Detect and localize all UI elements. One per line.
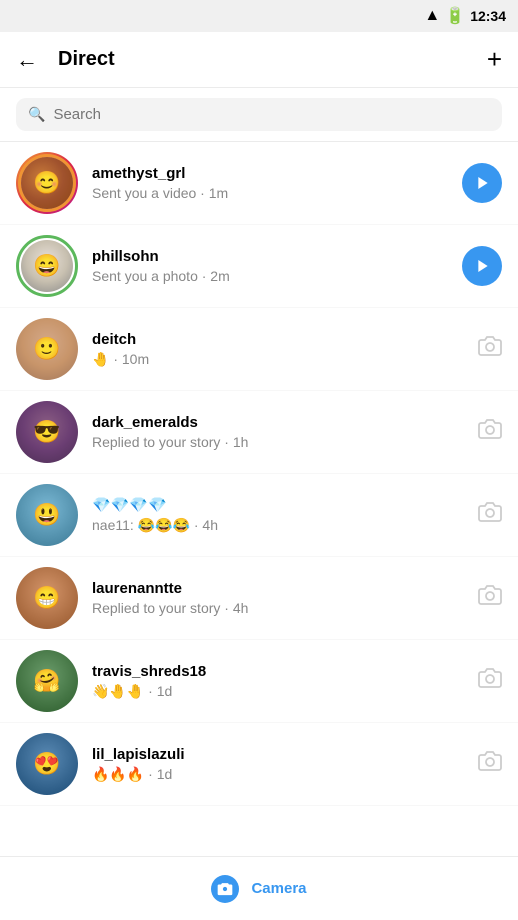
avatar-image: 😁 — [16, 567, 78, 629]
battery-icon: 🔋 — [445, 6, 465, 26]
message-preview: Sent you a video · 1m — [92, 185, 448, 201]
avatar-image: 😄 — [21, 240, 73, 292]
message-action[interactable] — [478, 749, 502, 779]
camera-label: Camera — [251, 880, 306, 897]
message-list: 😊 amethyst_grl Sent you a video · 1m 😄 phill… — [0, 142, 518, 806]
message-content: amethyst_grl Sent you a video · 1m — [92, 165, 448, 201]
camera-action-icon[interactable] — [478, 666, 502, 696]
message-action[interactable] — [478, 500, 502, 530]
message-action[interactable] — [462, 163, 502, 203]
add-button[interactable]: + — [487, 44, 502, 75]
list-item[interactable]: 🤗 travis_shreds18 👋🤚🤚 · 1d — [0, 640, 518, 723]
avatar-image: 😃 — [16, 484, 78, 546]
camera-action-icon[interactable] — [478, 500, 502, 530]
message-preview: 🤚 · 10m — [92, 351, 464, 368]
list-item[interactable]: 😃 💎💎💎💎 nae11: 😂😂😂 · 4h — [0, 474, 518, 557]
avatar: 🙂 — [16, 318, 78, 380]
bottom-bar[interactable]: Camera — [0, 856, 518, 920]
message-username: deitch — [92, 331, 464, 348]
search-container: 🔍 — [0, 88, 518, 142]
message-action[interactable] — [478, 334, 502, 364]
message-preview: Replied to your story · 1h — [92, 434, 464, 450]
message-username: laurenanntte — [92, 580, 464, 597]
avatar-image: 🙂 — [16, 318, 78, 380]
message-username: travis_shreds18 — [92, 663, 464, 680]
message-content: phillsohn Sent you a photo · 2m — [92, 248, 448, 284]
camera-action-icon[interactable] — [478, 583, 502, 613]
message-action[interactable] — [462, 246, 502, 286]
message-preview: Sent you a photo · 2m — [92, 268, 448, 284]
message-username: dark_emeralds — [92, 414, 464, 431]
avatar: 🤗 — [16, 650, 78, 712]
message-preview: 🔥🔥🔥 · 1d — [92, 766, 464, 783]
avatar-image: 😎 — [16, 401, 78, 463]
search-bar[interactable]: 🔍 — [16, 98, 502, 131]
message-preview: Replied to your story · 4h — [92, 600, 464, 616]
list-item[interactable]: 🙂 deitch 🤚 · 10m — [0, 308, 518, 391]
list-item[interactable]: 😍 lil_lapislazuli 🔥🔥🔥 · 1d — [0, 723, 518, 806]
avatar: 😁 — [16, 567, 78, 629]
message-preview: 👋🤚🤚 · 1d — [92, 683, 464, 700]
message-action[interactable] — [478, 583, 502, 613]
header: ← Direct + — [0, 32, 518, 88]
status-bar: ▲ 🔋 12:34 — [0, 0, 518, 32]
camera-bottom-icon — [211, 875, 239, 903]
search-icon: 🔍 — [28, 106, 45, 123]
message-content: deitch 🤚 · 10m — [92, 331, 464, 368]
message-username: 💎💎💎💎 — [92, 496, 464, 514]
message-username: phillsohn — [92, 248, 448, 265]
message-content: lil_lapislazuli 🔥🔥🔥 · 1d — [92, 746, 464, 783]
avatar: 😍 — [16, 733, 78, 795]
avatar-image: 😊 — [21, 157, 73, 209]
message-username: lil_lapislazuli — [92, 746, 464, 763]
avatar: 😎 — [16, 401, 78, 463]
list-item[interactable]: 😄 phillsohn Sent you a photo · 2m — [0, 225, 518, 308]
search-input[interactable] — [53, 106, 490, 123]
avatar: 😊 — [16, 152, 78, 214]
play-button[interactable] — [462, 163, 502, 203]
avatar-image: 🤗 — [16, 650, 78, 712]
status-time: 12:34 — [470, 8, 506, 24]
message-preview: nae11: 😂😂😂 · 4h — [92, 517, 464, 534]
back-button[interactable]: ← — [16, 47, 48, 73]
camera-action-icon[interactable] — [478, 417, 502, 447]
signal-icon: ▲ — [424, 7, 440, 25]
message-content: travis_shreds18 👋🤚🤚 · 1d — [92, 663, 464, 700]
play-button[interactable] — [462, 246, 502, 286]
avatar-image: 😍 — [16, 733, 78, 795]
page-title: Direct — [48, 48, 487, 71]
message-username: amethyst_grl — [92, 165, 448, 182]
camera-icon-svg — [217, 881, 233, 897]
avatar: 😃 — [16, 484, 78, 546]
message-content: 💎💎💎💎 nae11: 😂😂😂 · 4h — [92, 496, 464, 534]
camera-action-icon[interactable] — [478, 749, 502, 779]
list-item[interactable]: 😊 amethyst_grl Sent you a video · 1m — [0, 142, 518, 225]
avatar: 😄 — [16, 235, 78, 297]
message-content: laurenanntte Replied to your story · 4h — [92, 580, 464, 616]
status-icons: ▲ 🔋 12:34 — [424, 6, 506, 26]
message-action[interactable] — [478, 417, 502, 447]
message-action[interactable] — [478, 666, 502, 696]
message-content: dark_emeralds Replied to your story · 1h — [92, 414, 464, 450]
list-item[interactable]: 😁 laurenanntte Replied to your story · 4h — [0, 557, 518, 640]
list-item[interactable]: 😎 dark_emeralds Replied to your story · 1h — [0, 391, 518, 474]
camera-action-icon[interactable] — [478, 334, 502, 364]
